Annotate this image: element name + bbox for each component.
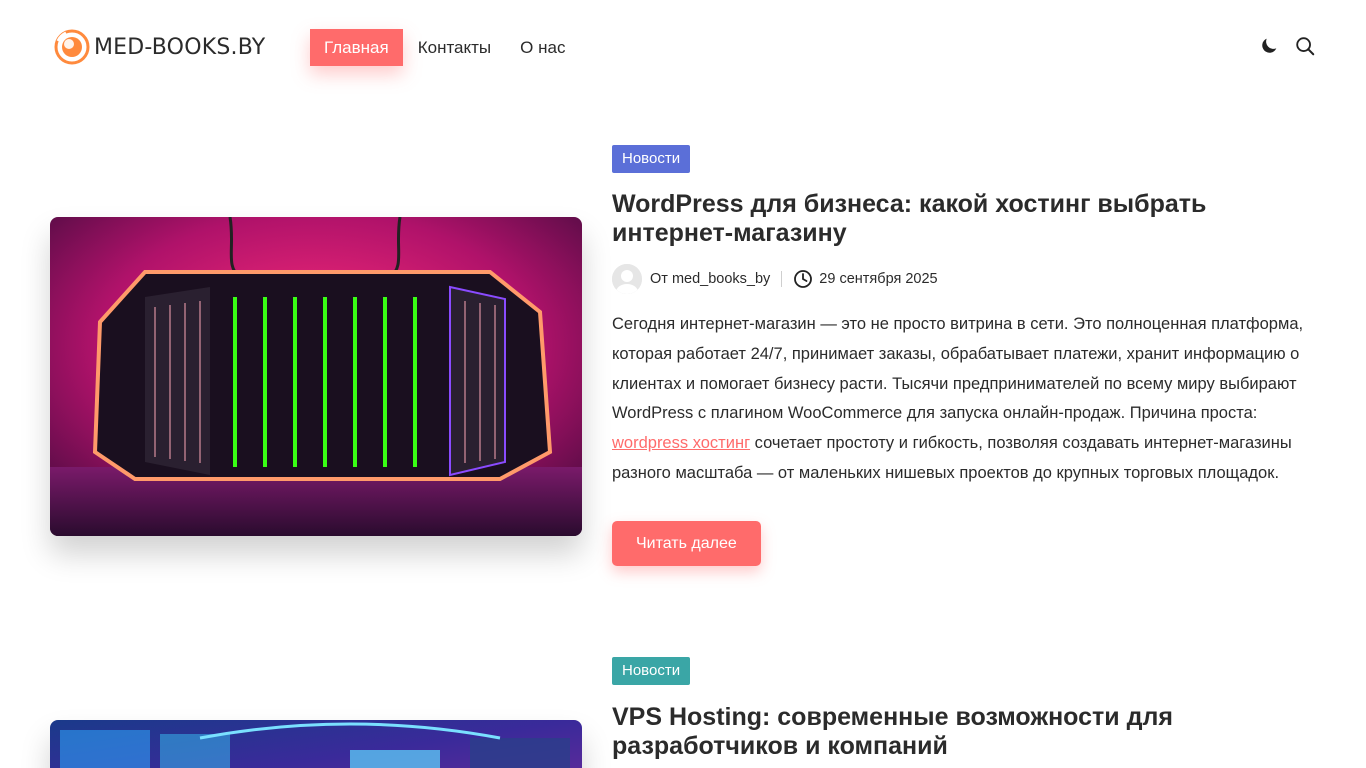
search-icon[interactable] xyxy=(1294,35,1316,57)
author-avatar[interactable] xyxy=(612,264,642,294)
post-thumbnail[interactable] xyxy=(50,217,582,536)
logo-text: MED-BOOKS.BY xyxy=(94,34,266,60)
author-name[interactable]: med_books_by xyxy=(672,271,770,287)
excerpt-link[interactable]: wordpress хостинг xyxy=(612,434,750,452)
header-actions xyxy=(1258,35,1316,57)
site-header: MED-BOOKS.BY Главная Контакты О нас xyxy=(0,0,1366,95)
clock-icon xyxy=(794,270,813,288)
post-date: 29 сентября 2025 xyxy=(819,271,938,287)
post-body: Новости VPS Hosting: современные возможн… xyxy=(612,657,1312,761)
author-prefix: От xyxy=(650,271,668,287)
excerpt-text-start: Сегодня интернет-магазин — это не просто… xyxy=(612,315,1304,423)
user-icon xyxy=(612,264,642,294)
post-body: Новости WordPress для бизнеса: какой хос… xyxy=(612,145,1312,566)
site-logo[interactable]: MED-BOOKS.BY xyxy=(54,29,265,65)
read-more-button[interactable]: Читать далее xyxy=(612,520,761,566)
category-badge[interactable]: Новости xyxy=(612,657,691,685)
nav-item-contacts[interactable]: Контакты xyxy=(403,29,506,66)
meta-divider xyxy=(781,271,783,287)
main-nav: Главная Контакты О нас xyxy=(310,29,565,66)
server-neon-image xyxy=(50,217,582,536)
category-badge[interactable]: Новости xyxy=(612,145,691,173)
post-title[interactable]: WordPress для бизнеса: какой хостинг выб… xyxy=(612,190,1312,248)
post-card: Новости WordPress для бизнеса: какой хос… xyxy=(50,145,1316,605)
post-excerpt: Сегодня интернет-магазин — это не просто… xyxy=(612,310,1312,489)
data-center-image xyxy=(50,720,582,768)
post-card: Новости VPS Hosting: современные возможн… xyxy=(50,657,1316,768)
post-title[interactable]: VPS Hosting: современные возможности для… xyxy=(612,703,1312,761)
logo-icon xyxy=(54,29,90,65)
nav-item-about[interactable]: О нас xyxy=(506,29,565,66)
post-thumbnail[interactable] xyxy=(50,720,582,768)
post-meta: От med_books_by 29 сентября 2025 xyxy=(612,264,1312,294)
nav-item-home[interactable]: Главная xyxy=(310,29,403,66)
moon-icon[interactable] xyxy=(1258,35,1280,57)
